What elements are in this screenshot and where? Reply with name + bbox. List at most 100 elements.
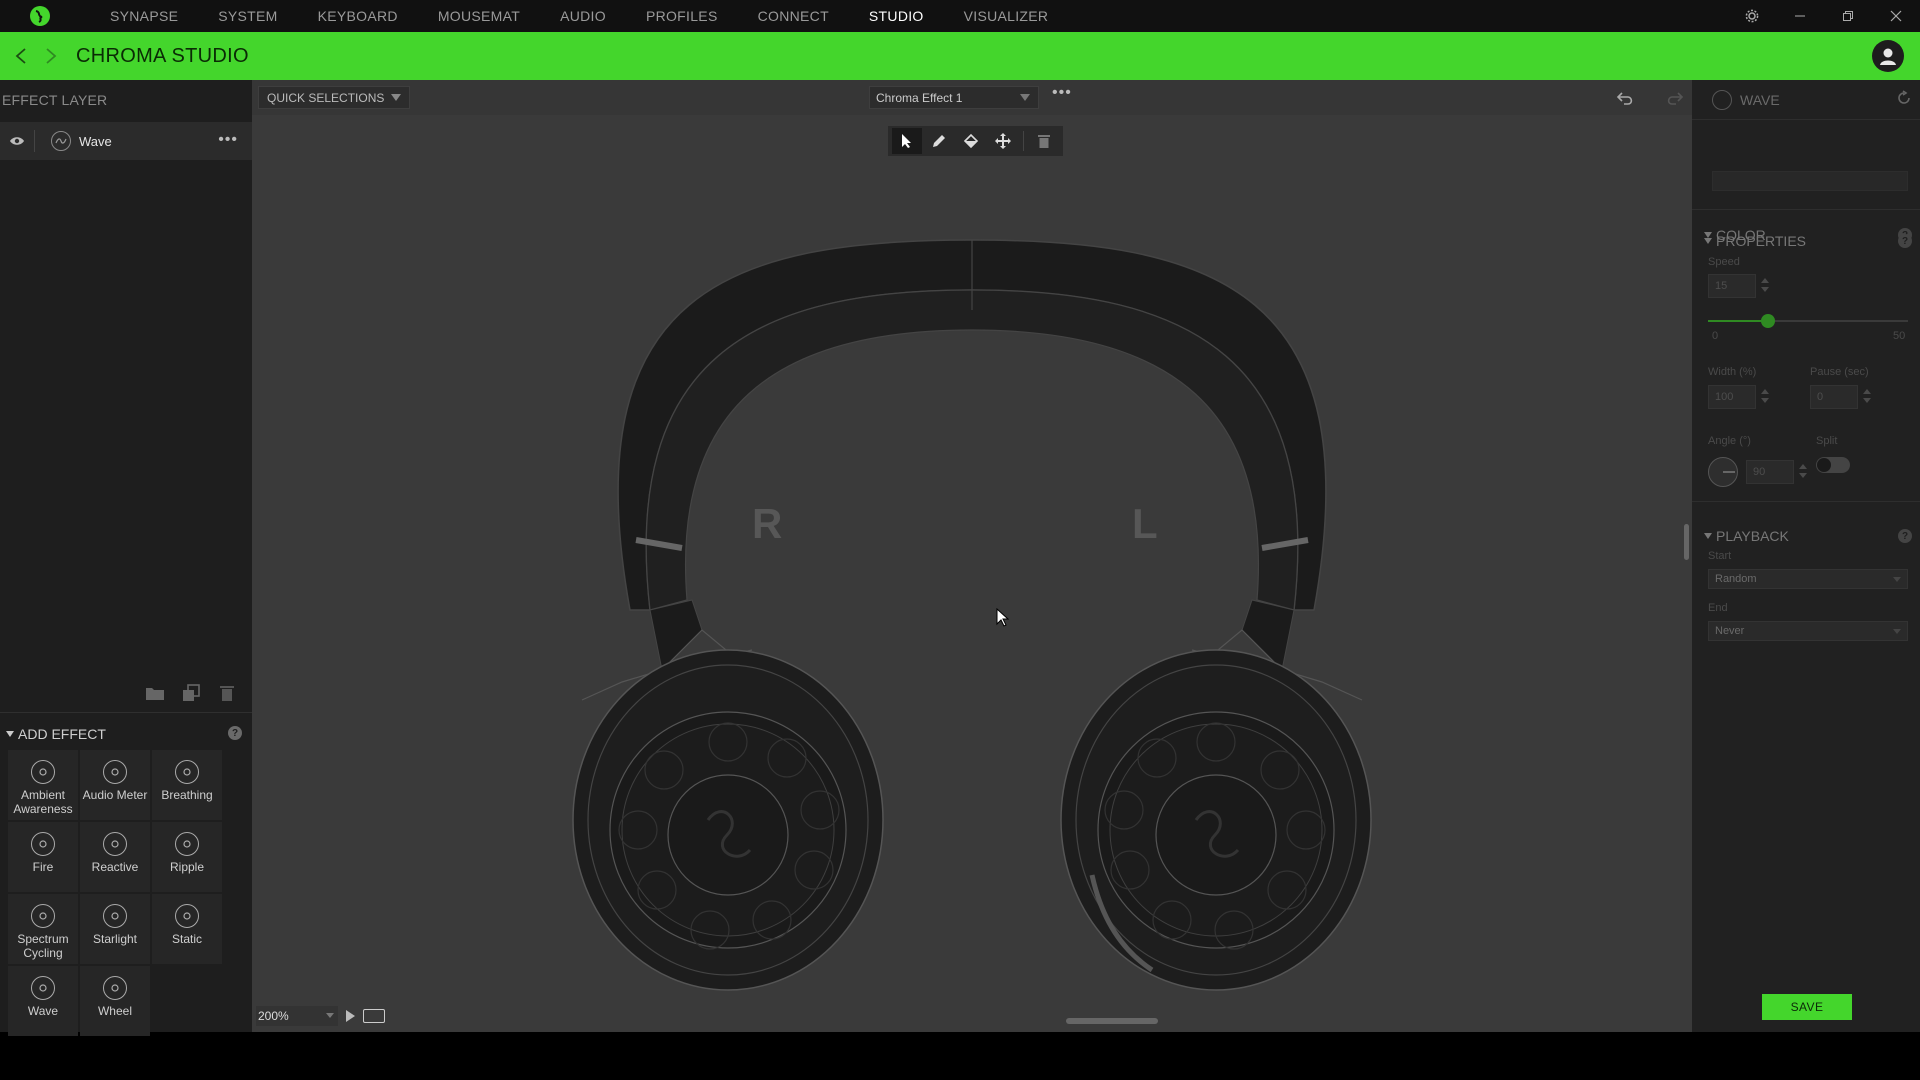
width-stepper[interactable] [1760,387,1770,407]
effect-select-dropdown[interactable]: Chroma Effect 1 [869,86,1039,109]
wheel-icon [103,976,127,1000]
help-icon[interactable]: ? [1898,529,1912,543]
wave-effect-icon [1712,90,1732,110]
nav-tab-keyboard[interactable]: KEYBOARD [298,0,418,32]
pause-stepper[interactable] [1862,387,1872,407]
playback-section-toggle[interactable]: PLAYBACK [1704,528,1789,544]
end-dropdown[interactable]: Never [1708,621,1908,641]
speed-slider-thumb[interactable] [1761,314,1775,328]
add-effect-toggle[interactable]: ADD EFFECT [6,726,106,742]
nav-tab-profiles[interactable]: PROFILES [626,0,738,32]
undo-icon[interactable] [1614,86,1638,110]
reset-icon[interactable] [1896,90,1912,111]
wave-layer-icon [51,131,71,151]
angle-value: 90 [1753,466,1766,478]
angle-dial[interactable] [1708,457,1738,487]
razer-logo-icon[interactable] [24,0,56,32]
width-value: 100 [1715,391,1734,403]
effect-label: Reactive [91,860,139,874]
chevron-down-icon [391,94,401,101]
speed-stepper[interactable] [1760,276,1770,296]
duplicate-icon[interactable] [180,682,202,704]
collapse-triangle-icon [6,731,14,737]
redo-icon[interactable] [1662,86,1686,110]
left-earcup[interactable] [1060,629,1372,991]
minimize-icon[interactable] [1776,0,1824,32]
nav-tab-synapse[interactable]: SYNAPSE [90,0,198,32]
start-dropdown[interactable]: Random [1708,569,1908,589]
headset-illustration[interactable] [552,130,1392,1020]
effect-label: Fire [32,860,54,874]
layer-divider [34,130,35,152]
save-button[interactable]: SAVE [1762,994,1852,1020]
pause-label: Pause (sec) [1810,366,1869,378]
properties-section-toggle[interactable]: PROPERTIES [1704,233,1806,249]
effect-tile-spectrum-cycling[interactable]: Spectrum Cycling [8,894,78,964]
speed-slider[interactable] [1708,314,1908,328]
speed-label: Speed [1708,256,1740,268]
effect-tile-static[interactable]: Static [152,894,222,964]
maximize-icon[interactable] [1824,0,1872,32]
effect-label: Ambient Awareness [13,788,73,816]
pause-input[interactable]: 0 [1810,385,1858,409]
properties-title: PROPERTIES [1716,233,1806,249]
trash-icon[interactable] [216,682,238,704]
right-earcup[interactable] [572,629,884,991]
speed-value: 15 [1715,280,1728,292]
app-window: SYNAPSE SYSTEM KEYBOARD MOUSEMAT AUDIO PROFIL… [0,0,1920,1080]
help-icon[interactable]: ? [1898,234,1912,248]
layer-more-icon[interactable]: ••• [218,131,238,149]
angle-stepper[interactable] [1798,462,1808,482]
effect-tile-breathing[interactable]: Breathing [152,750,222,820]
forward-arrow-icon[interactable] [36,32,66,80]
keyboard-icon[interactable] [363,1009,385,1023]
effect-name: Chroma Effect 1 [876,90,963,105]
visibility-eye-icon[interactable] [0,135,34,147]
device-canvas[interactable]: QUICK SELECTIONS Chroma Effect 1 ••• R L… [252,80,1692,1032]
chevron-down-icon [1020,94,1030,101]
effect-tile-ripple[interactable]: Ripple [152,822,222,892]
nav-tab-system[interactable]: SYSTEM [198,0,297,32]
top-navigation: SYNAPSE SYSTEM KEYBOARD MOUSEMAT AUDIO PROFIL… [0,0,1920,32]
user-avatar-icon[interactable] [1872,40,1904,72]
wave-icon [31,976,55,1000]
color-picker-bar[interactable] [1712,171,1908,191]
layer-row-wave[interactable]: Wave ••• [0,122,252,160]
close-icon[interactable] [1872,0,1920,32]
properties-divider [1692,209,1920,210]
quick-selections-dropdown[interactable]: QUICK SELECTIONS [258,86,410,109]
mouse-cursor-icon [996,607,1010,633]
effect-tile-wave[interactable]: Wave [8,966,78,1036]
nav-tab-connect[interactable]: CONNECT [738,0,849,32]
layer-actions [144,682,238,704]
static-icon [175,904,199,928]
chevron-down-icon [326,1013,334,1018]
help-icon[interactable]: ? [228,726,242,740]
end-value: Never [1715,625,1745,637]
angle-input[interactable]: 90 [1746,460,1794,484]
effect-tile-audio-meter[interactable]: Audio Meter [80,750,150,820]
effect-label: Wheel [97,1004,132,1018]
nav-tab-visualizer[interactable]: VISUALIZER [944,0,1069,32]
zoom-dropdown[interactable]: 200% [256,1006,338,1026]
play-icon[interactable] [346,1010,355,1022]
window-controls [1728,0,1920,32]
width-input[interactable]: 100 [1708,385,1756,409]
effect-tile-ambient-awareness[interactable]: Ambient Awareness [8,750,78,820]
vertical-scrollbar[interactable] [1684,524,1689,560]
horizontal-scrollbar[interactable] [1066,1018,1158,1024]
settings-gear-icon[interactable] [1728,0,1776,32]
nav-tab-mousemat[interactable]: MOUSEMAT [418,0,540,32]
folder-icon[interactable] [144,682,166,704]
split-toggle[interactable] [1816,457,1850,473]
nav-tab-studio[interactable]: STUDIO [849,0,944,32]
nav-tab-audio[interactable]: AUDIO [540,0,626,32]
effect-tile-wheel[interactable]: Wheel [80,966,150,1036]
effect-tile-starlight[interactable]: Starlight [80,894,150,964]
add-effect-title: ADD EFFECT [18,726,106,742]
effect-more-icon[interactable]: ••• [1052,84,1072,102]
effect-tile-fire[interactable]: Fire [8,822,78,892]
back-arrow-icon[interactable] [6,32,36,80]
effect-tile-reactive[interactable]: Reactive [80,822,150,892]
speed-input[interactable]: 15 [1708,274,1756,298]
